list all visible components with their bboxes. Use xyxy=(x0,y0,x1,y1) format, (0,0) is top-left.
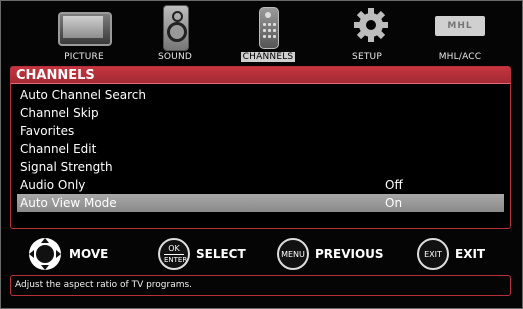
tab-setup-label: SETUP xyxy=(352,52,382,62)
speaker-woofer xyxy=(167,22,187,42)
tab-picture[interactable]: PICTURE xyxy=(43,2,125,66)
menu-item-channel-edit[interactable]: Channel Edit xyxy=(11,140,510,158)
mhl-icon: MHL xyxy=(435,16,485,36)
previous-control: MENU PREVIOUS xyxy=(277,236,387,276)
menu-item-auto-channel-search[interactable]: Auto Channel Search xyxy=(11,86,510,104)
select-label: SELECT xyxy=(196,247,246,261)
help-bar: Adjust the aspect ratio of TV programs. xyxy=(10,275,511,296)
menu-item-favorites[interactable]: Favorites xyxy=(11,122,510,140)
dpad-icon xyxy=(29,238,61,270)
tab-sound[interactable]: SOUND xyxy=(150,2,200,66)
exit-label: EXIT xyxy=(455,247,486,261)
tab-channels[interactable]: CHANNELS xyxy=(232,2,304,66)
menu-item-label: Signal Strength xyxy=(20,160,113,174)
exit-button-icon: EXIT xyxy=(417,238,449,270)
menu-tab-bar: PICTURE SOUND CHANNELS SETUP MHL MHL/ACC xyxy=(0,0,523,66)
select-control: OK ENTER SELECT xyxy=(158,236,253,276)
move-control: MOVE xyxy=(27,236,117,276)
gear-icon xyxy=(354,8,388,42)
exit-control: EXIT EXIT xyxy=(417,236,497,276)
enter-label: ENTER xyxy=(164,254,188,264)
ok-label: OK xyxy=(168,244,180,253)
menu-list: Auto Channel Search Channel Skip Favorit… xyxy=(11,86,510,212)
menu-item-label: Auto View Mode xyxy=(20,196,117,210)
tv-screen xyxy=(63,16,103,38)
tab-channels-label: CHANNELS xyxy=(240,52,296,62)
ok-enter-icon: OK ENTER xyxy=(158,238,190,270)
menu-item-label: Channel Skip xyxy=(20,106,99,120)
tab-sound-label: SOUND xyxy=(157,52,193,62)
panel-title: CHANNELS xyxy=(11,67,510,84)
tab-mhl-acc-label: MHL/ACC xyxy=(438,52,482,62)
speaker-tweeter xyxy=(172,11,183,22)
menu-item-signal-strength[interactable]: Signal Strength xyxy=(11,158,510,176)
remote-icon xyxy=(259,7,279,49)
control-legend: MOVE OK ENTER SELECT MENU PREVIOUS EXIT … xyxy=(0,236,523,276)
tab-setup[interactable]: SETUP xyxy=(337,2,397,66)
menu-item-value: On xyxy=(385,196,403,210)
menu-item-channel-skip[interactable]: Channel Skip xyxy=(11,104,510,122)
menu-button-icon: MENU xyxy=(277,238,309,270)
tab-picture-label: PICTURE xyxy=(64,52,104,62)
menu-item-label: Channel Edit xyxy=(20,142,97,156)
menu-item-value: Off xyxy=(385,178,403,192)
menu-item-label: Audio Only xyxy=(20,178,86,192)
previous-label: PREVIOUS xyxy=(315,247,384,261)
menu-item-audio-only[interactable]: Audio Only Off xyxy=(11,176,510,194)
menu-item-label: Favorites xyxy=(20,124,75,138)
move-label: MOVE xyxy=(69,247,109,261)
channels-menu-panel: CHANNELS Auto Channel Search Channel Ski… xyxy=(10,66,511,229)
menu-item-label: Auto Channel Search xyxy=(20,88,146,102)
tab-mhl-acc[interactable]: MHL MHL/ACC xyxy=(423,2,497,66)
menu-item-auto-view-mode[interactable]: Auto View Mode On xyxy=(17,194,504,212)
